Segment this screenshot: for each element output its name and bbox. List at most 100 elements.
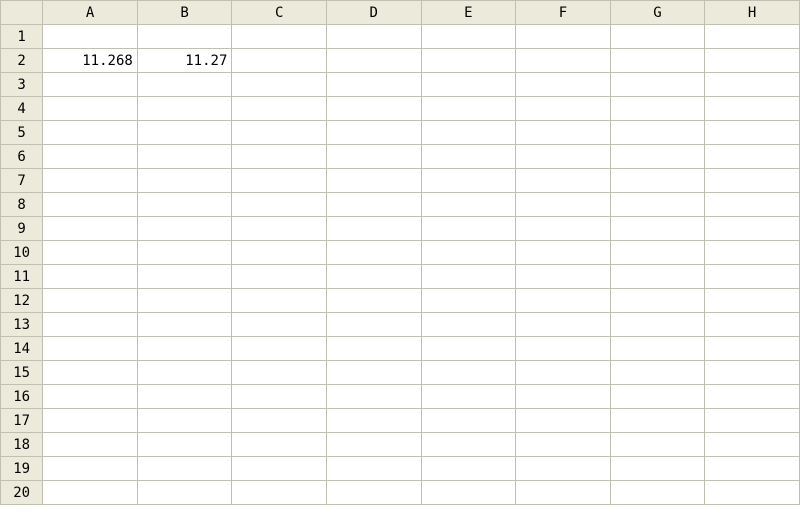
cell-G8[interactable] <box>610 193 705 217</box>
cell-D5[interactable] <box>326 121 421 145</box>
cell-H7[interactable] <box>705 169 800 193</box>
cell-A10[interactable] <box>43 241 138 265</box>
cell-F1[interactable] <box>516 25 611 49</box>
cell-G14[interactable] <box>610 337 705 361</box>
cell-C13[interactable] <box>232 313 327 337</box>
cell-E6[interactable] <box>421 145 516 169</box>
row-header-16[interactable]: 16 <box>1 385 43 409</box>
cell-G13[interactable] <box>610 313 705 337</box>
cell-F15[interactable] <box>516 361 611 385</box>
cell-B3[interactable] <box>137 73 232 97</box>
row-header-8[interactable]: 8 <box>1 193 43 217</box>
cell-B13[interactable] <box>137 313 232 337</box>
cell-F18[interactable] <box>516 433 611 457</box>
row-header-4[interactable]: 4 <box>1 97 43 121</box>
cell-E15[interactable] <box>421 361 516 385</box>
cell-E8[interactable] <box>421 193 516 217</box>
cell-B16[interactable] <box>137 385 232 409</box>
cell-G16[interactable] <box>610 385 705 409</box>
cell-E16[interactable] <box>421 385 516 409</box>
cell-A2[interactable]: 11.268 <box>43 49 138 73</box>
cell-F14[interactable] <box>516 337 611 361</box>
cell-H14[interactable] <box>705 337 800 361</box>
cell-B17[interactable] <box>137 409 232 433</box>
row-header-1[interactable]: 1 <box>1 25 43 49</box>
cell-E1[interactable] <box>421 25 516 49</box>
cell-A18[interactable] <box>43 433 138 457</box>
cell-C16[interactable] <box>232 385 327 409</box>
cell-F3[interactable] <box>516 73 611 97</box>
cell-D8[interactable] <box>326 193 421 217</box>
cell-F6[interactable] <box>516 145 611 169</box>
cell-G19[interactable] <box>610 457 705 481</box>
cell-G5[interactable] <box>610 121 705 145</box>
row-header-11[interactable]: 11 <box>1 265 43 289</box>
select-all-corner[interactable] <box>1 1 43 25</box>
cell-H5[interactable] <box>705 121 800 145</box>
cell-G11[interactable] <box>610 265 705 289</box>
row-header-14[interactable]: 14 <box>1 337 43 361</box>
cell-A3[interactable] <box>43 73 138 97</box>
cell-D11[interactable] <box>326 265 421 289</box>
cell-E13[interactable] <box>421 313 516 337</box>
cell-G3[interactable] <box>610 73 705 97</box>
cell-H15[interactable] <box>705 361 800 385</box>
cell-C5[interactable] <box>232 121 327 145</box>
cell-F16[interactable] <box>516 385 611 409</box>
cell-H13[interactable] <box>705 313 800 337</box>
cell-C6[interactable] <box>232 145 327 169</box>
cell-F12[interactable] <box>516 289 611 313</box>
cell-C12[interactable] <box>232 289 327 313</box>
cell-D12[interactable] <box>326 289 421 313</box>
cell-B11[interactable] <box>137 265 232 289</box>
cell-C17[interactable] <box>232 409 327 433</box>
row-header-20[interactable]: 20 <box>1 481 43 505</box>
row-header-19[interactable]: 19 <box>1 457 43 481</box>
cell-C8[interactable] <box>232 193 327 217</box>
cell-F4[interactable] <box>516 97 611 121</box>
cell-F8[interactable] <box>516 193 611 217</box>
col-header-H[interactable]: H <box>705 1 800 25</box>
cell-H9[interactable] <box>705 217 800 241</box>
cell-E18[interactable] <box>421 433 516 457</box>
cell-C20[interactable] <box>232 481 327 505</box>
cell-G1[interactable] <box>610 25 705 49</box>
cell-G10[interactable] <box>610 241 705 265</box>
cell-A5[interactable] <box>43 121 138 145</box>
cell-D13[interactable] <box>326 313 421 337</box>
cell-D10[interactable] <box>326 241 421 265</box>
cell-H16[interactable] <box>705 385 800 409</box>
cell-C10[interactable] <box>232 241 327 265</box>
cell-G2[interactable] <box>610 49 705 73</box>
cell-G9[interactable] <box>610 217 705 241</box>
cell-H4[interactable] <box>705 97 800 121</box>
cell-A14[interactable] <box>43 337 138 361</box>
cell-C2[interactable] <box>232 49 327 73</box>
cell-B6[interactable] <box>137 145 232 169</box>
cell-D18[interactable] <box>326 433 421 457</box>
cell-H10[interactable] <box>705 241 800 265</box>
col-header-G[interactable]: G <box>610 1 705 25</box>
cell-G17[interactable] <box>610 409 705 433</box>
col-header-A[interactable]: A <box>43 1 138 25</box>
cell-B14[interactable] <box>137 337 232 361</box>
cell-B4[interactable] <box>137 97 232 121</box>
cell-D17[interactable] <box>326 409 421 433</box>
cell-B19[interactable] <box>137 457 232 481</box>
cell-D14[interactable] <box>326 337 421 361</box>
cell-F2[interactable] <box>516 49 611 73</box>
cell-H12[interactable] <box>705 289 800 313</box>
cell-F19[interactable] <box>516 457 611 481</box>
col-header-E[interactable]: E <box>421 1 516 25</box>
row-header-10[interactable]: 10 <box>1 241 43 265</box>
cell-H20[interactable] <box>705 481 800 505</box>
cell-G18[interactable] <box>610 433 705 457</box>
cell-D2[interactable] <box>326 49 421 73</box>
row-header-7[interactable]: 7 <box>1 169 43 193</box>
cell-G12[interactable] <box>610 289 705 313</box>
cell-A6[interactable] <box>43 145 138 169</box>
col-header-B[interactable]: B <box>137 1 232 25</box>
cell-B8[interactable] <box>137 193 232 217</box>
row-header-12[interactable]: 12 <box>1 289 43 313</box>
cell-A20[interactable] <box>43 481 138 505</box>
